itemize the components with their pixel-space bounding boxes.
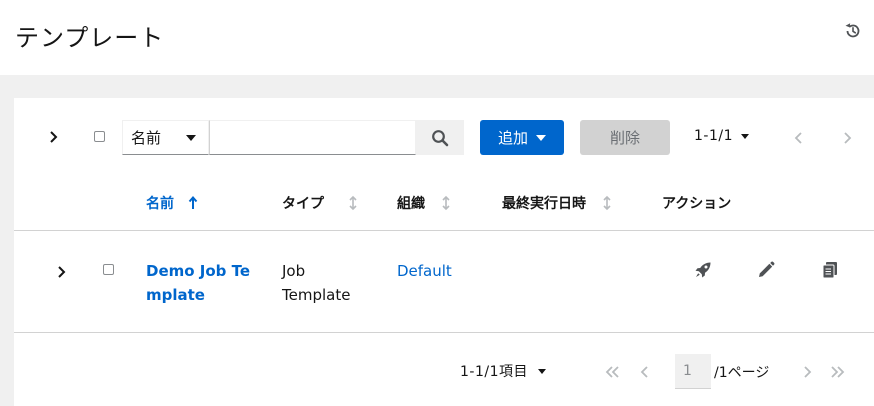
chevron-right-icon bbox=[50, 131, 58, 143]
add-button[interactable]: 追加 bbox=[480, 120, 564, 155]
column-header-label: 最終実行日時 bbox=[502, 196, 586, 212]
column-header-organization[interactable]: 組織 bbox=[397, 193, 451, 213]
column-header-type[interactable]: タイプ bbox=[282, 193, 358, 213]
next-page-button[interactable] bbox=[800, 364, 814, 378]
template-name-line: mplate bbox=[146, 286, 205, 304]
column-header-last-run[interactable]: 最終実行日時 bbox=[502, 193, 612, 213]
column-header-label: タイプ bbox=[282, 196, 324, 212]
table-bottom-divider bbox=[14, 332, 874, 333]
template-name-line: Demo Job Te bbox=[146, 262, 251, 280]
sort-icon bbox=[349, 195, 357, 211]
copy-button[interactable] bbox=[820, 260, 840, 280]
select-all-checkbox[interactable] bbox=[94, 131, 105, 142]
chevron-left-icon bbox=[640, 366, 648, 378]
search-icon bbox=[432, 129, 449, 146]
search-input[interactable] bbox=[209, 120, 416, 155]
sort-icon bbox=[603, 195, 611, 211]
copy-icon bbox=[822, 262, 837, 279]
caret-down-icon bbox=[536, 134, 546, 141]
page-title: テンプレート bbox=[15, 24, 165, 52]
column-header-label: 組織 bbox=[397, 196, 425, 212]
chevron-left-icon bbox=[794, 132, 802, 144]
template-name-link[interactable]: Demo Job Te mplate bbox=[146, 259, 256, 307]
search-button[interactable] bbox=[416, 120, 464, 155]
item-count: 1-1/1項目 bbox=[460, 364, 528, 380]
organization-link[interactable]: Default bbox=[397, 259, 452, 283]
sort-icon bbox=[442, 195, 450, 211]
caret-down-icon bbox=[186, 135, 196, 141]
column-header-name[interactable]: 名前 bbox=[146, 193, 198, 213]
page-header: テンプレート bbox=[0, 0, 874, 75]
search-field-select[interactable]: 名前 bbox=[122, 120, 209, 155]
chevron-right-icon bbox=[844, 132, 852, 144]
items-per-page-toggle[interactable]: 1-1/1項目 bbox=[460, 361, 546, 381]
page-total: /1ページ bbox=[714, 365, 770, 381]
template-list-card: 名前 追加 削除 1-1/1 名前 タイプ 組織 最終実行日時 アクション De… bbox=[14, 98, 874, 406]
double-chevron-right-icon bbox=[831, 366, 845, 378]
last-page-button[interactable] bbox=[830, 364, 845, 378]
rocket-icon bbox=[695, 262, 711, 278]
column-header-label: アクション bbox=[662, 196, 732, 212]
caret-down-icon bbox=[538, 368, 546, 374]
expand-all-button[interactable] bbox=[44, 128, 64, 146]
next-page-button[interactable] bbox=[840, 130, 854, 144]
template-type-line: Template bbox=[282, 286, 351, 304]
pagination-toggle[interactable]: 1-1/1 bbox=[694, 128, 749, 144]
row-select-checkbox[interactable] bbox=[103, 264, 114, 275]
add-button-label: 追加 bbox=[497, 129, 528, 147]
chevron-right-icon bbox=[804, 366, 812, 378]
previous-page-button[interactable] bbox=[638, 364, 652, 378]
history-button[interactable] bbox=[844, 22, 864, 42]
pagination-range: 1-1/1 bbox=[694, 128, 733, 144]
delete-button[interactable]: 削除 bbox=[580, 120, 670, 155]
previous-page-button[interactable] bbox=[792, 130, 806, 144]
template-type-line: Job bbox=[282, 262, 306, 280]
launch-button[interactable] bbox=[693, 260, 713, 280]
double-chevron-left-icon bbox=[605, 366, 619, 378]
caret-down-icon bbox=[741, 133, 749, 139]
page-number-input[interactable] bbox=[675, 354, 711, 389]
chevron-right-icon bbox=[58, 266, 66, 278]
row-expand-button[interactable] bbox=[52, 263, 72, 281]
history-icon bbox=[845, 23, 860, 38]
template-type: Job Template bbox=[282, 259, 372, 307]
sort-ascending-icon bbox=[188, 195, 198, 209]
table-header-divider bbox=[14, 230, 874, 231]
column-header-label: 名前 bbox=[146, 196, 174, 212]
delete-button-label: 削除 bbox=[609, 129, 640, 147]
search-field-select-value: 名前 bbox=[131, 129, 162, 147]
column-header-actions: アクション bbox=[662, 193, 731, 213]
first-page-button[interactable] bbox=[604, 364, 619, 378]
pencil-icon bbox=[759, 261, 775, 277]
edit-button[interactable] bbox=[756, 260, 776, 280]
